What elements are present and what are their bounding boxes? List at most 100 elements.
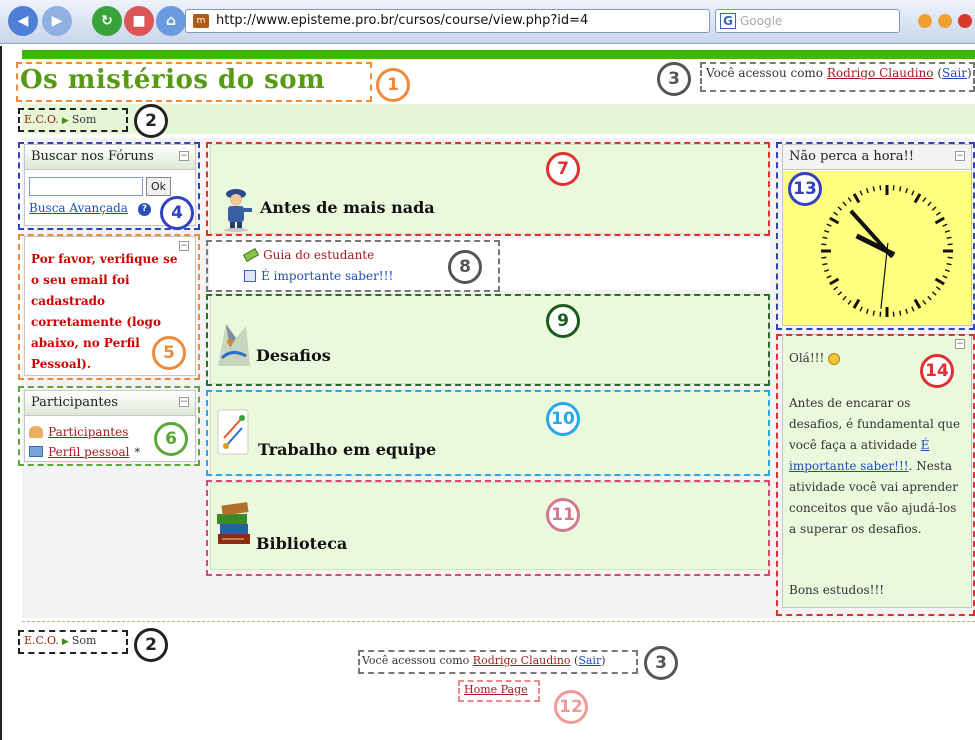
page-title: Os mistérios do som <box>20 65 326 95</box>
message-greeting: Olá!!! <box>789 351 825 365</box>
collapse-icon[interactable]: − <box>955 339 965 349</box>
section-intro-title: Antes de mais nada <box>260 198 435 217</box>
smiley-icon <box>828 352 841 365</box>
annotation-11: 11 <box>546 498 580 532</box>
participants-link-row[interactable]: Participantes <box>29 421 128 440</box>
url-text: http://www.episteme.pro.br/cursos/course… <box>216 13 589 28</box>
annotation-12: 12 <box>554 690 588 724</box>
breadcrumb-home[interactable]: E.C.O. <box>24 634 59 647</box>
important-link[interactable]: É importante saber!!! <box>261 269 393 283</box>
browser-toolbar: ◀ ▶ ↻ ■ ⌂ m http://www.episteme.pro.br/c… <box>0 0 975 44</box>
profile-asterisk: * <box>134 446 141 459</box>
collapse-icon[interactable]: − <box>179 397 189 407</box>
clock-header: Não perca a hora!! − <box>783 145 971 170</box>
clock-tick <box>911 306 915 312</box>
advanced-search-link[interactable]: Busca Avançada <box>29 201 128 215</box>
message-text-1: Antes de encarar os desafios, é fundamen… <box>789 396 961 452</box>
browser-search-input[interactable]: G Google <box>715 9 900 33</box>
window-minimize-icon[interactable] <box>918 14 932 28</box>
clock-block: Não perca a hora!! − <box>782 144 972 326</box>
message-closing: Bons estudos!!! <box>789 583 885 597</box>
header-accent-bar <box>22 50 975 59</box>
collapse-icon[interactable]: − <box>179 151 189 161</box>
clock-tick <box>879 311 882 317</box>
clock-tick <box>872 186 876 192</box>
participants-link[interactable]: Participantes <box>48 425 128 439</box>
participants-title: Participantes <box>31 395 118 410</box>
section-library-title: Biblioteca <box>256 534 348 553</box>
window-close-icon[interactable] <box>958 14 972 28</box>
clock-tick <box>935 286 941 291</box>
forum-search-ok-button[interactable]: Ok <box>146 177 171 196</box>
policeman-icon <box>216 186 256 232</box>
clock-tick <box>833 211 839 216</box>
clock-tick <box>892 185 895 191</box>
site-favicon: m <box>193 14 209 28</box>
clock-tick <box>942 223 948 227</box>
teamwork-icon <box>216 408 250 456</box>
user-link[interactable]: Rodrigo Claudino <box>473 654 571 667</box>
clock-tick <box>826 275 832 279</box>
clock-tick <box>865 308 869 314</box>
google-icon: G <box>720 13 736 29</box>
footer-divider <box>22 621 975 622</box>
logout-link[interactable]: Sair <box>578 654 601 667</box>
annotation-14: 14 <box>920 354 954 388</box>
section-library <box>210 482 770 570</box>
home-icon[interactable]: ⌂ <box>156 6 186 36</box>
clock-tick <box>934 277 945 286</box>
home-page-link[interactable]: Home Page <box>464 683 528 696</box>
collapse-icon[interactable]: − <box>955 151 965 161</box>
pencil-icon <box>242 247 260 262</box>
logout-link[interactable]: Sair <box>942 66 967 80</box>
guide-link[interactable]: Guia do estudante <box>263 248 374 262</box>
breadcrumb-current: Som <box>71 634 97 647</box>
clock-tick <box>872 310 876 316</box>
breadcrumb-home[interactable]: E.C.O. <box>24 113 59 126</box>
forward-icon[interactable]: ▶ <box>42 6 72 36</box>
books-icon <box>214 500 254 548</box>
clock-tick <box>946 262 952 266</box>
clock-tick <box>824 269 830 273</box>
clock-tick <box>913 193 922 204</box>
important-link-row[interactable]: É importante saber!!! <box>244 265 393 284</box>
guide-link-row[interactable]: Guia do estudante <box>242 244 374 263</box>
clock-title: Não perca a hora!! <box>789 149 914 164</box>
clock-tick <box>944 269 950 273</box>
user-link[interactable]: Rodrigo Claudino <box>827 66 934 80</box>
clock-tick <box>944 229 950 233</box>
clock-tick <box>833 286 839 291</box>
search-placeholder: Google <box>740 14 783 28</box>
clock-tick <box>911 190 915 196</box>
participants-header: Participantes − <box>25 391 195 416</box>
annotation-1: 1 <box>376 68 410 102</box>
annotation-9: 9 <box>546 304 580 338</box>
forum-search-title: Buscar nos Fóruns <box>31 149 154 164</box>
clock-tick <box>859 190 863 196</box>
clock-tick <box>931 206 937 211</box>
message-body: Antes de encarar os desafios, é fundamen… <box>789 393 967 540</box>
users-icon <box>29 425 43 438</box>
clock-tick <box>852 298 861 309</box>
clock-tick <box>859 306 863 312</box>
window-maximize-icon[interactable] <box>938 14 952 28</box>
clock-tick <box>946 236 952 240</box>
clock-tick <box>931 291 937 296</box>
forum-search-input[interactable] <box>29 177 143 196</box>
forum-search-header: Buscar nos Fóruns − <box>25 145 195 170</box>
stop-icon[interactable]: ■ <box>124 6 154 36</box>
clock-tick <box>822 262 828 266</box>
annotation-10: 10 <box>546 402 580 436</box>
profile-link-row[interactable]: Perfil pessoal * <box>29 441 140 460</box>
annotation-6: 6 <box>154 422 188 456</box>
clock-tick <box>821 256 827 259</box>
help-icon[interactable]: ? <box>138 203 151 216</box>
clock-tick <box>865 188 869 194</box>
reload-icon[interactable]: ↻ <box>92 6 122 36</box>
section-challenges <box>210 294 770 384</box>
clock-tick <box>927 201 932 207</box>
address-bar[interactable]: m http://www.episteme.pro.br/cursos/cour… <box>185 9 710 33</box>
profile-card-icon <box>29 446 43 457</box>
back-icon[interactable]: ◀ <box>8 6 38 36</box>
profile-link[interactable]: Perfil pessoal <box>48 445 129 459</box>
